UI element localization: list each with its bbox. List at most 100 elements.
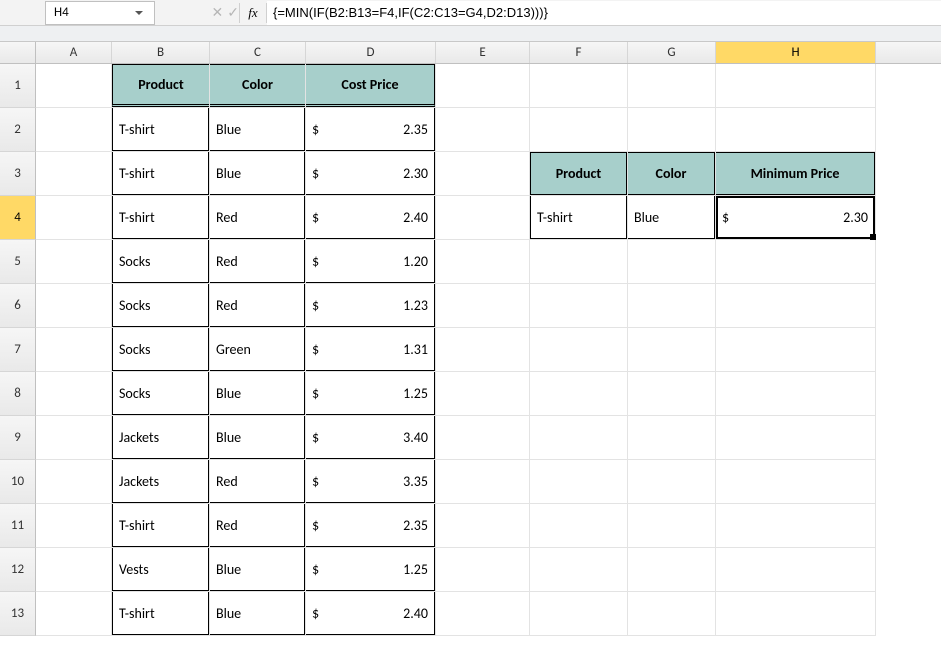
cell-H9[interactable]: [716, 416, 876, 460]
cell-G12[interactable]: [628, 548, 716, 592]
cell-H3[interactable]: Minimum Price: [716, 152, 876, 196]
cell-D6[interactable]: $1.23: [306, 284, 436, 328]
col-header-H[interactable]: H: [716, 42, 876, 63]
cell-B12[interactable]: Vests: [112, 548, 210, 592]
cell-F7[interactable]: [530, 328, 628, 372]
cell-H5[interactable]: [716, 240, 876, 284]
cell-C3[interactable]: Blue: [210, 152, 306, 196]
cell-G1[interactable]: [628, 64, 716, 108]
cell-H1[interactable]: [716, 64, 876, 108]
cell-G6[interactable]: [628, 284, 716, 328]
cell-H10[interactable]: [716, 460, 876, 504]
cell-D8[interactable]: $1.25: [306, 372, 436, 416]
cell-A8[interactable]: [36, 372, 112, 416]
col-header-A[interactable]: A: [36, 42, 112, 63]
cell-A9[interactable]: [36, 416, 112, 460]
cell-H7[interactable]: [716, 328, 876, 372]
row-header-2[interactable]: 2: [0, 108, 36, 152]
cell-E4[interactable]: [436, 196, 530, 240]
cell-F2[interactable]: [530, 108, 628, 152]
cell-B8[interactable]: Socks: [112, 372, 210, 416]
cell-C11[interactable]: Red: [210, 504, 306, 548]
cell-B13[interactable]: T-shirt: [112, 592, 210, 636]
row-header-5[interactable]: 5: [0, 240, 36, 284]
cell-D7[interactable]: $1.31: [306, 328, 436, 372]
cell-F1[interactable]: [530, 64, 628, 108]
cell-C5[interactable]: Red: [210, 240, 306, 284]
cell-D1[interactable]: Cost Price: [306, 64, 436, 108]
cell-F6[interactable]: [530, 284, 628, 328]
cell-G5[interactable]: [628, 240, 716, 284]
cell-B9[interactable]: Jackets: [112, 416, 210, 460]
cell-E7[interactable]: [436, 328, 530, 372]
cell-H13[interactable]: [716, 592, 876, 636]
cell-H4[interactable]: $2.30: [716, 196, 876, 240]
cell-E3[interactable]: [436, 152, 530, 196]
cell-G13[interactable]: [628, 592, 716, 636]
cell-E13[interactable]: [436, 592, 530, 636]
cell-A1[interactable]: [36, 64, 112, 108]
col-header-E[interactable]: E: [436, 42, 530, 63]
cell-G8[interactable]: [628, 372, 716, 416]
cell-A4[interactable]: [36, 196, 112, 240]
cell-A12[interactable]: [36, 548, 112, 592]
cell-B5[interactable]: Socks: [112, 240, 210, 284]
cell-C7[interactable]: Green: [210, 328, 306, 372]
cell-B4[interactable]: T-shirt: [112, 196, 210, 240]
col-header-G[interactable]: G: [628, 42, 716, 63]
cell-A7[interactable]: [36, 328, 112, 372]
cell-B6[interactable]: Socks: [112, 284, 210, 328]
row-header-8[interactable]: 8: [0, 372, 36, 416]
cell-G7[interactable]: [628, 328, 716, 372]
col-header-D[interactable]: D: [306, 42, 436, 63]
cell-C9[interactable]: Blue: [210, 416, 306, 460]
cell-D9[interactable]: $3.40: [306, 416, 436, 460]
cell-A6[interactable]: [36, 284, 112, 328]
col-header-C[interactable]: C: [210, 42, 306, 63]
cell-D10[interactable]: $3.35: [306, 460, 436, 504]
select-all-corner[interactable]: [0, 42, 36, 63]
cell-A3[interactable]: [36, 152, 112, 196]
cell-A2[interactable]: [36, 108, 112, 152]
cell-E8[interactable]: [436, 372, 530, 416]
cell-G4[interactable]: Blue: [628, 196, 716, 240]
cell-H2[interactable]: [716, 108, 876, 152]
row-header-6[interactable]: 6: [0, 284, 36, 328]
cell-A13[interactable]: [36, 592, 112, 636]
cell-G11[interactable]: [628, 504, 716, 548]
cell-B7[interactable]: Socks: [112, 328, 210, 372]
cell-E1[interactable]: [436, 64, 530, 108]
name-box-dropdown-icon[interactable]: [132, 6, 146, 20]
cell-G2[interactable]: [628, 108, 716, 152]
spreadsheet-grid[interactable]: A B C D E F G H 1 Product Color Cost Pri…: [0, 42, 941, 636]
row-header-12[interactable]: 12: [0, 548, 36, 592]
cell-B11[interactable]: T-shirt: [112, 504, 210, 548]
cell-F10[interactable]: [530, 460, 628, 504]
cell-C2[interactable]: Blue: [210, 108, 306, 152]
row-header-9[interactable]: 9: [0, 416, 36, 460]
row-header-3[interactable]: 3: [0, 152, 36, 196]
cell-E5[interactable]: [436, 240, 530, 284]
cell-F8[interactable]: [530, 372, 628, 416]
col-header-F[interactable]: F: [530, 42, 628, 63]
row-header-11[interactable]: 11: [0, 504, 36, 548]
cell-B3[interactable]: T-shirt: [112, 152, 210, 196]
cell-C8[interactable]: Blue: [210, 372, 306, 416]
cell-G10[interactable]: [628, 460, 716, 504]
cell-D4[interactable]: $2.40: [306, 196, 436, 240]
row-header-4[interactable]: 4: [0, 196, 36, 240]
col-header-B[interactable]: B: [112, 42, 210, 63]
cell-A10[interactable]: [36, 460, 112, 504]
cell-F4[interactable]: T-shirt: [530, 196, 628, 240]
cell-E11[interactable]: [436, 504, 530, 548]
cell-F11[interactable]: [530, 504, 628, 548]
cell-F9[interactable]: [530, 416, 628, 460]
row-header-7[interactable]: 7: [0, 328, 36, 372]
cell-B2[interactable]: T-shirt: [112, 108, 210, 152]
cell-G3[interactable]: Color: [628, 152, 716, 196]
cell-D5[interactable]: $1.20: [306, 240, 436, 284]
row-header-13[interactable]: 13: [0, 592, 36, 636]
cell-D12[interactable]: $1.25: [306, 548, 436, 592]
cell-H12[interactable]: [716, 548, 876, 592]
cell-D13[interactable]: $2.40: [306, 592, 436, 636]
